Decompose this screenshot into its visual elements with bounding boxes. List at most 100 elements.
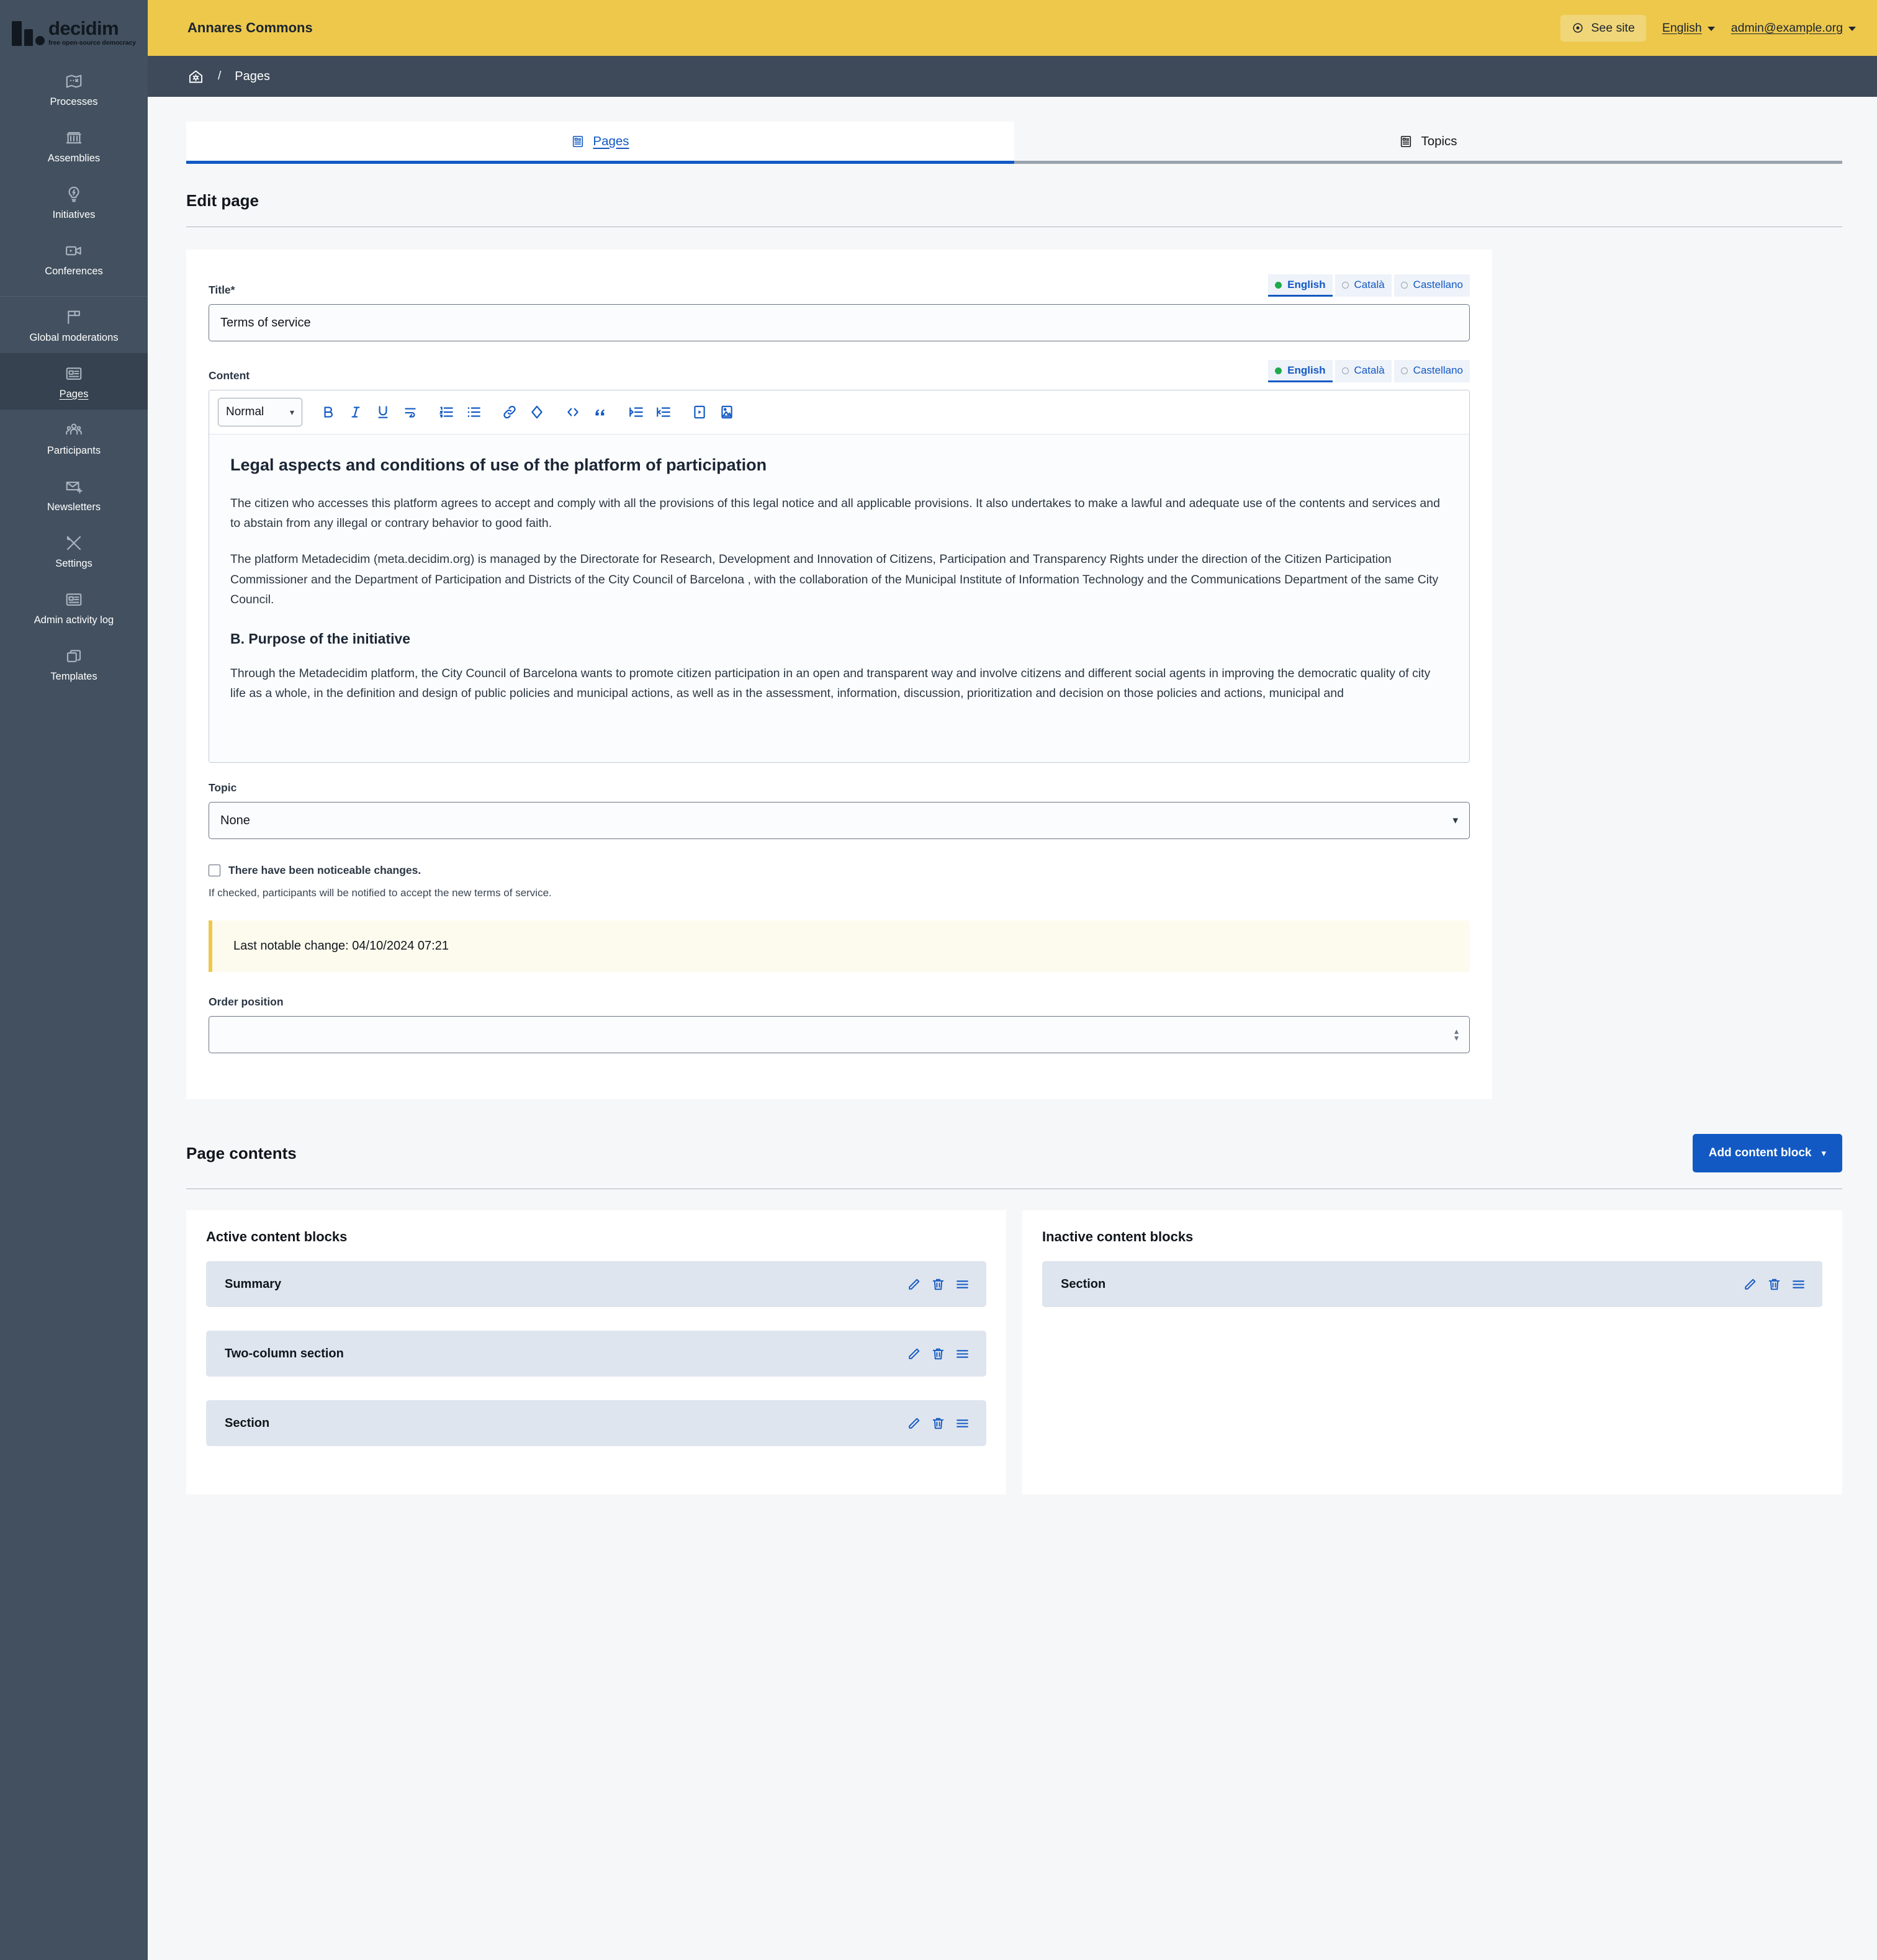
add-content-block-button[interactable]: Add content block ▾	[1693, 1134, 1842, 1172]
ordered-list-icon[interactable]	[433, 398, 460, 426]
sidebar: decidim free open-source democracy Proce…	[0, 0, 148, 1960]
language-tab-ca[interactable]: Català	[1335, 274, 1392, 297]
content-area: Pages Topics Edit page	[148, 97, 1877, 1960]
edit-icon[interactable]	[1742, 1277, 1758, 1292]
chevron-down-icon: ▾	[1821, 1148, 1826, 1159]
map-icon	[65, 72, 83, 91]
content-blocks-grid: Active content blocks Summary	[186, 1210, 1842, 1495]
home-gear-icon[interactable]	[187, 68, 204, 85]
hard-break-icon[interactable]	[397, 398, 424, 426]
account-menu[interactable]: admin@example.org	[1731, 21, 1856, 35]
sidebar-item-initiatives[interactable]: Initiatives	[0, 174, 148, 230]
sidebar-nav-primary: Processes Assemblies Initiatives	[0, 56, 148, 693]
sidebar-item-label: Templates	[50, 671, 97, 682]
sidebar-item-participants[interactable]: Participants	[0, 410, 148, 466]
see-site-button[interactable]: See site	[1560, 15, 1645, 42]
sidebar-item-settings[interactable]: Settings	[0, 523, 148, 579]
erase-format-icon[interactable]	[523, 398, 551, 426]
outdent-icon[interactable]	[650, 398, 677, 426]
sidebar-item-global-moderations[interactable]: Global moderations	[0, 297, 148, 353]
topic-field-group: Topic None ▾	[209, 781, 1470, 839]
noticeable-changes-help: If checked, participants will be notifie…	[209, 887, 1470, 899]
language-tab-label: Castellano	[1413, 279, 1463, 291]
title-label: Title*	[209, 284, 235, 297]
noticeable-changes-checkbox[interactable]	[209, 865, 220, 876]
drag-handle-icon[interactable]	[955, 1346, 970, 1362]
page-heading-row: Edit page	[186, 164, 1842, 210]
editor-body[interactable]: Legal aspects and conditions of use of t…	[209, 434, 1469, 762]
topbar: Annares Commons See site English admin@e…	[148, 0, 1877, 56]
language-tab-ca[interactable]: Català	[1335, 360, 1392, 382]
video-camera-icon	[65, 241, 83, 260]
order-position-input[interactable]	[209, 1016, 1470, 1053]
language-tab-es[interactable]: Castellano	[1394, 360, 1470, 382]
table-row[interactable]: Two-column section	[206, 1331, 986, 1377]
edit-icon[interactable]	[906, 1346, 922, 1362]
delete-icon[interactable]	[930, 1346, 946, 1362]
underline-icon[interactable]	[369, 398, 397, 426]
organization-name: Annares Commons	[187, 20, 313, 36]
table-row[interactable]: Summary	[206, 1261, 986, 1307]
stepper-down-icon[interactable]: ▾	[1454, 1035, 1459, 1041]
drag-handle-icon[interactable]	[1791, 1277, 1806, 1292]
italic-icon[interactable]	[342, 398, 369, 426]
text-style-select[interactable]: Normal ▾	[218, 398, 302, 426]
tab-topics[interactable]: Topics	[1014, 122, 1842, 164]
sidebar-item-newsletters[interactable]: Newsletters	[0, 466, 148, 523]
rich-text-editor: Normal ▾	[209, 390, 1470, 763]
page-contents-title: Page contents	[186, 1144, 297, 1163]
decidim-logomark-icon	[12, 21, 45, 46]
tab-pages[interactable]: Pages	[186, 122, 1014, 164]
sidebar-item-pages[interactable]: Pages	[0, 353, 148, 410]
bullet-list-icon[interactable]	[460, 398, 487, 426]
link-icon[interactable]	[496, 398, 523, 426]
language-tab-label: Castellano	[1413, 364, 1463, 377]
content-block-name: Section	[225, 1416, 269, 1431]
noticeable-changes-row: There have been noticeable changes.	[209, 864, 1470, 877]
sidebar-item-label: Pages	[60, 389, 89, 400]
bold-icon[interactable]	[315, 398, 342, 426]
main-column: Annares Commons See site English admin@e…	[148, 0, 1877, 1960]
sidebar-item-processes[interactable]: Processes	[0, 61, 148, 117]
sidebar-item-admin-activity-log[interactable]: Admin activity log	[0, 579, 148, 636]
chevron-down-icon	[1708, 27, 1715, 31]
translation-status-dot	[1275, 282, 1282, 289]
topic-select[interactable]: None ▾	[209, 802, 1470, 839]
content-block-name: Two-column section	[225, 1347, 344, 1361]
table-row[interactable]: Section	[1042, 1261, 1822, 1307]
table-row[interactable]: Section	[206, 1400, 986, 1446]
sidebar-item-label: Participants	[47, 445, 101, 456]
edit-icon[interactable]	[906, 1416, 922, 1431]
page-contents-header: Page contents Add content block ▾	[186, 1099, 1842, 1172]
edit-icon[interactable]	[906, 1277, 922, 1292]
admin-app: decidim free open-source democracy Proce…	[0, 0, 1877, 1960]
translation-status-dot	[1342, 367, 1349, 374]
language-switcher[interactable]: English	[1662, 21, 1715, 35]
sidebar-item-assemblies[interactable]: Assemblies	[0, 117, 148, 174]
page-title: Edit page	[186, 191, 259, 210]
drag-handle-icon[interactable]	[955, 1416, 970, 1431]
delete-icon[interactable]	[930, 1277, 946, 1292]
delete-icon[interactable]	[930, 1416, 946, 1431]
language-tab-en[interactable]: English	[1268, 360, 1332, 382]
language-tab-es[interactable]: Castellano	[1394, 274, 1470, 297]
sidebar-item-conferences[interactable]: Conferences	[0, 230, 148, 287]
video-icon[interactable]	[686, 398, 713, 426]
drag-handle-icon[interactable]	[955, 1277, 970, 1292]
add-content-block-label: Add content block	[1709, 1146, 1812, 1160]
sidebar-item-templates[interactable]: Templates	[0, 636, 148, 692]
language-tab-en[interactable]: English	[1268, 274, 1332, 297]
quantity-stepper[interactable]: ▴ ▾	[1454, 1028, 1459, 1041]
delete-icon[interactable]	[1767, 1277, 1782, 1292]
title-field-group: Title* English Català	[209, 274, 1470, 341]
image-icon[interactable]	[713, 398, 740, 426]
decidim-logo[interactable]: decidim free open-source democracy	[0, 0, 148, 56]
indent-icon[interactable]	[623, 398, 650, 426]
bank-icon	[65, 128, 83, 147]
language-switcher-label: English	[1662, 21, 1702, 35]
tools-icon	[65, 534, 83, 552]
blockquote-icon[interactable]	[587, 398, 614, 426]
code-icon[interactable]	[559, 398, 587, 426]
title-input[interactable]: Terms of service	[209, 304, 1470, 341]
article-icon	[1399, 135, 1413, 148]
